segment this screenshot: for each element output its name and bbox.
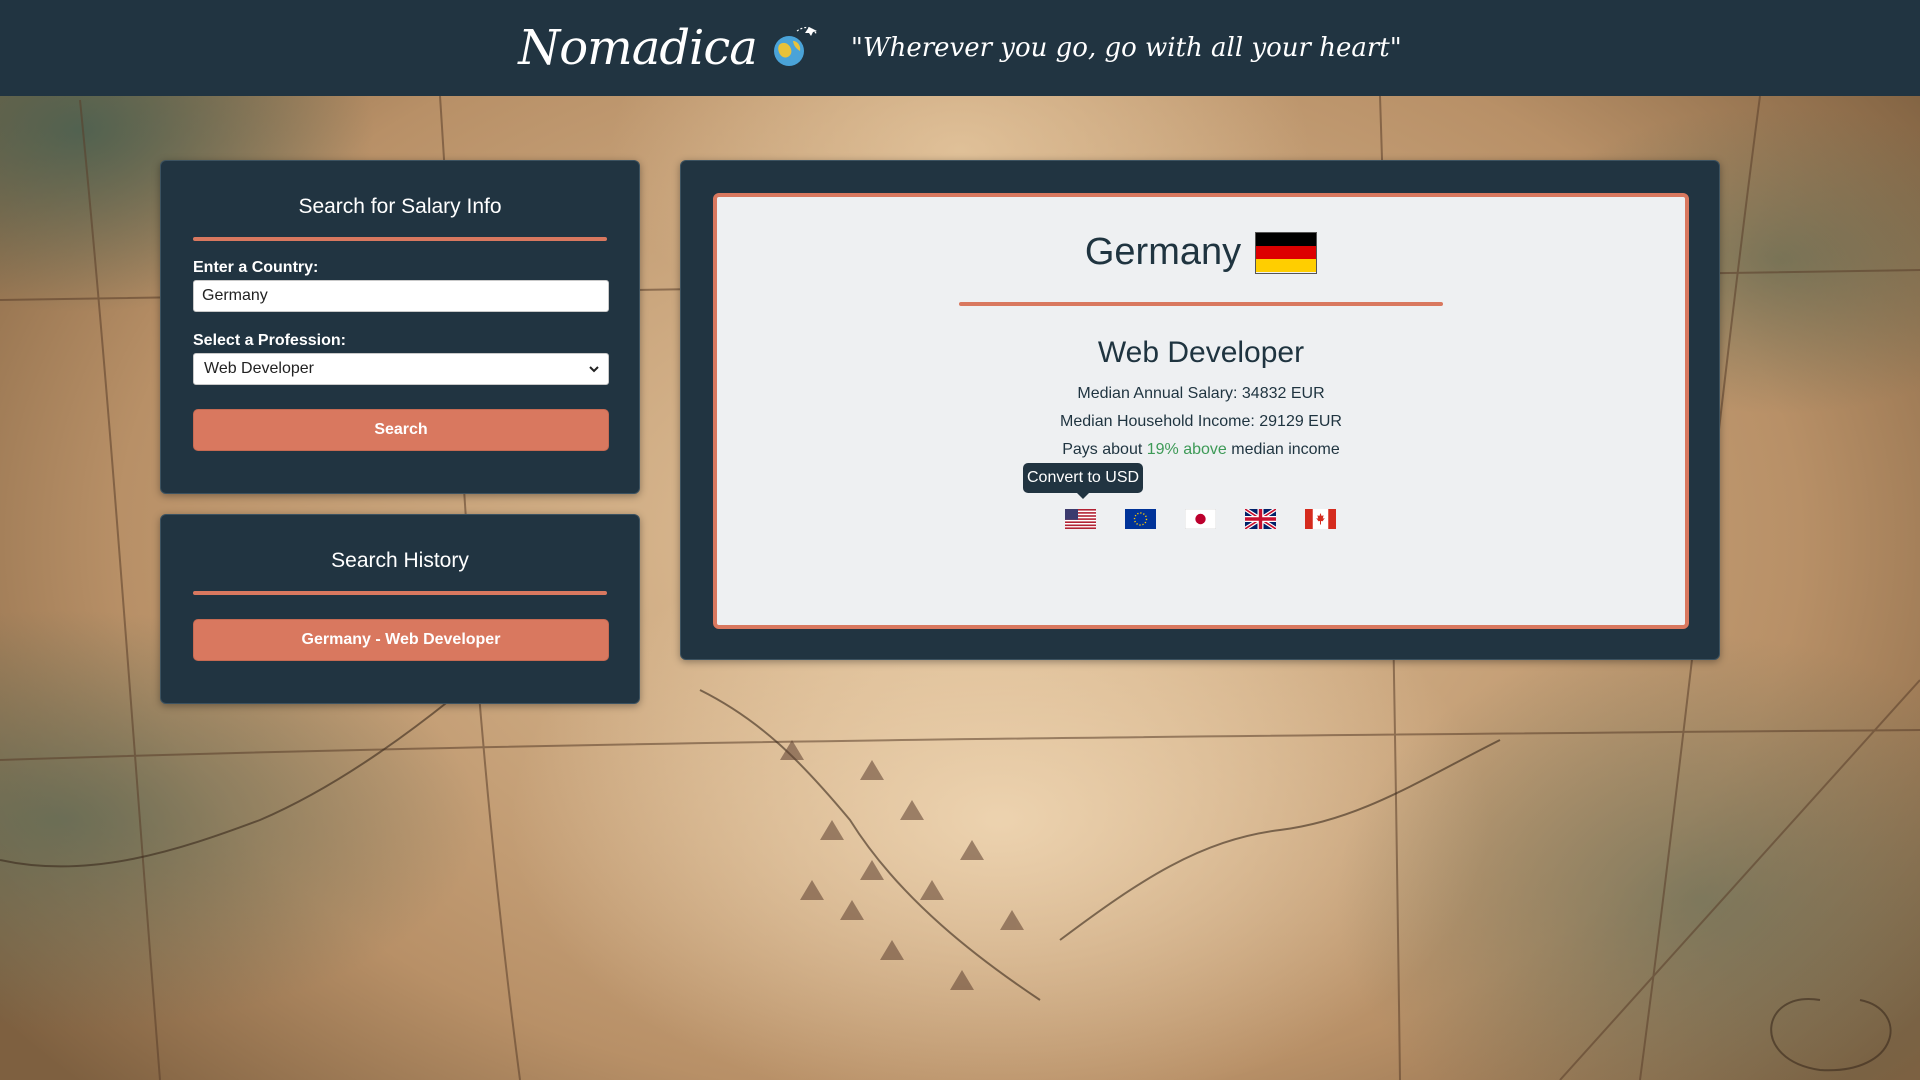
- germany-flag-icon: [1255, 231, 1318, 274]
- top-header: Nomadica "Wherever you go, go with all y…: [0, 0, 1920, 96]
- profession-title: Web Developer: [1097, 336, 1305, 369]
- tagline: "Wherever you go, go with all your heart…: [850, 33, 1402, 63]
- us-flag-icon[interactable]: [1065, 509, 1096, 529]
- history-item-button[interactable]: Germany - Web Developer: [193, 619, 609, 661]
- pay-comparison: Pays about 19% above median income: [717, 440, 1685, 459]
- history-panel-title: Search History: [331, 549, 469, 572]
- japan-flag-icon[interactable]: [1185, 509, 1216, 529]
- country-input[interactable]: [193, 280, 609, 312]
- uk-flag-icon[interactable]: [1245, 509, 1276, 529]
- divider: [959, 302, 1443, 306]
- currency-flag-row: [1065, 509, 1365, 529]
- chevron-down-icon: [589, 366, 599, 373]
- pay-comparison-prefix: Pays about: [1062, 441, 1143, 458]
- pay-comparison-suffix: median income: [1231, 441, 1340, 458]
- country-heading: Germany: [717, 231, 1685, 274]
- search-panel: Search for Salary Info Enter a Country: …: [160, 160, 640, 494]
- country-name: Germany: [1084, 231, 1242, 273]
- search-panel-title: Search for Salary Info: [298, 195, 502, 218]
- brand-logo[interactable]: Nomadica: [518, 20, 758, 76]
- median-salary: Median Annual Salary: 34832 EUR: [1077, 385, 1325, 402]
- median-household-income: Median Household Income: 29129 EUR: [1060, 413, 1342, 430]
- result-card: Germany Web Developer Median Annual Sala…: [713, 193, 1689, 629]
- search-history-panel: Search History Germany - Web Developer: [160, 514, 640, 704]
- eu-flag-icon[interactable]: [1125, 509, 1156, 529]
- pay-comparison-percent: 19% above: [1146, 441, 1227, 458]
- divider: [193, 237, 607, 241]
- profession-selected-value: Web Developer: [204, 360, 314, 377]
- profession-label: Select a Profession:: [193, 332, 346, 349]
- search-button[interactable]: Search: [193, 409, 609, 451]
- globe-plane-icon: [767, 21, 821, 75]
- country-label: Enter a Country:: [193, 259, 319, 276]
- canada-flag-icon[interactable]: [1305, 509, 1336, 529]
- convert-tooltip: Convert to USD: [1023, 463, 1144, 499]
- profession-select[interactable]: Web Developer: [193, 353, 609, 385]
- results-panel: Germany Web Developer Median Annual Sala…: [680, 160, 1720, 660]
